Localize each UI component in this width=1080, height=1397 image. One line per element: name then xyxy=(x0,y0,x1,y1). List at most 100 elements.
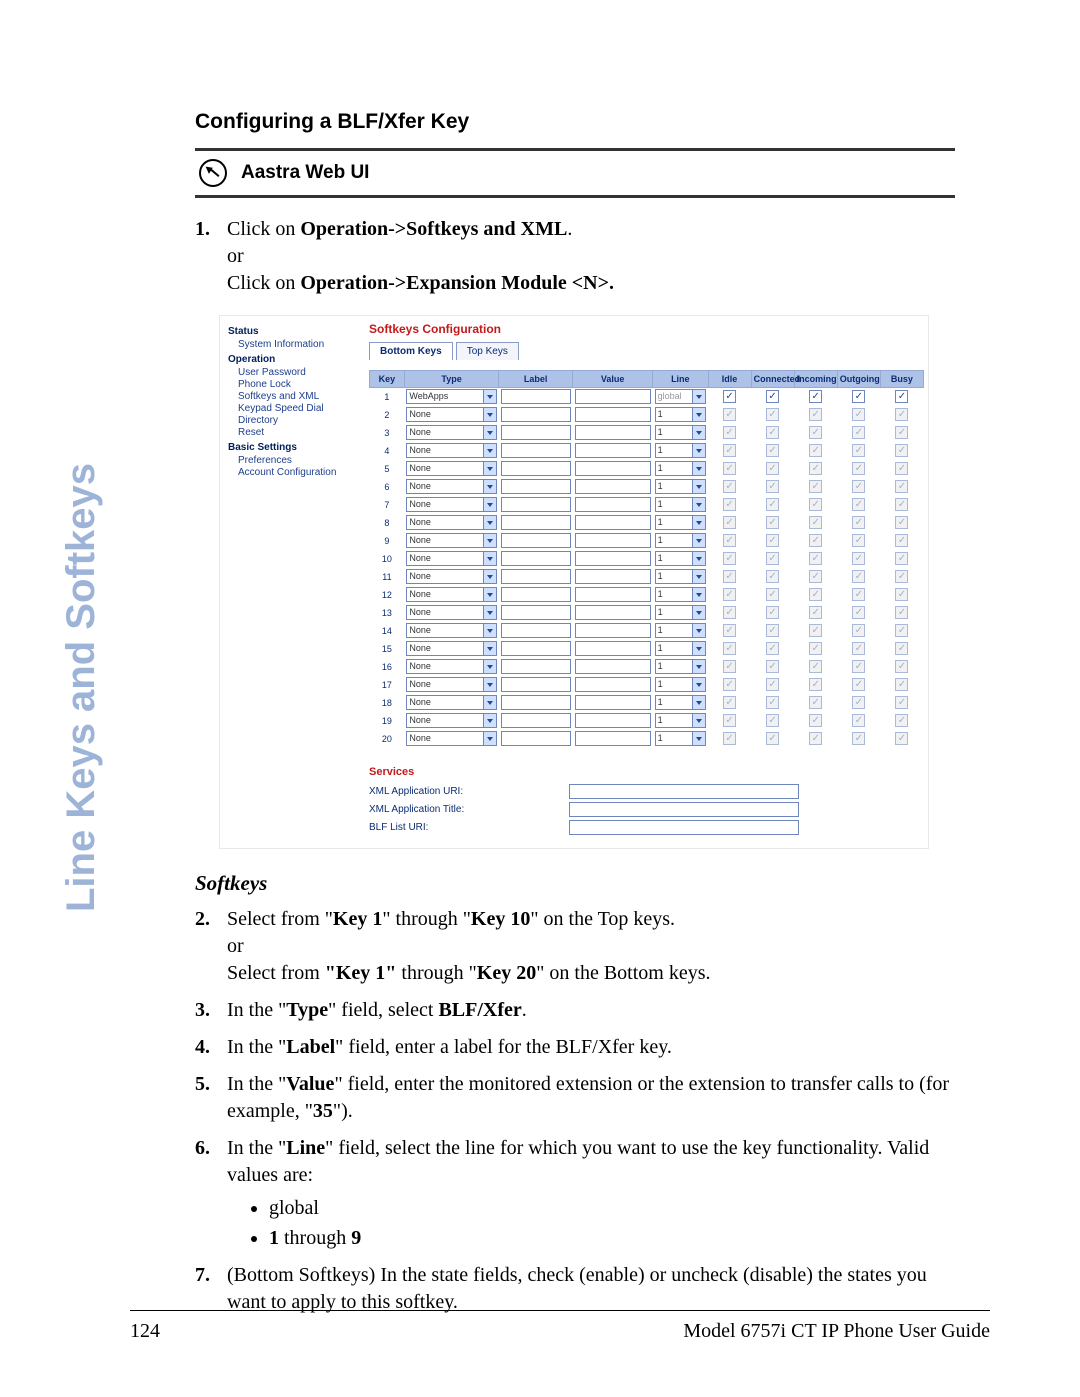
label-input[interactable] xyxy=(501,533,571,548)
state-checkbox[interactable]: ✓ xyxy=(895,642,908,655)
state-checkbox[interactable]: ✓ xyxy=(852,588,865,601)
nav-item-pref[interactable]: Preferences xyxy=(238,455,361,466)
state-checkbox[interactable]: ✓ xyxy=(766,714,779,727)
value-input[interactable] xyxy=(575,443,651,458)
state-checkbox[interactable]: ✓ xyxy=(895,624,908,637)
label-input[interactable] xyxy=(501,641,571,656)
state-checkbox[interactable]: ✓ xyxy=(852,462,865,475)
type-select[interactable]: None xyxy=(406,533,496,548)
state-checkbox[interactable]: ✓ xyxy=(809,534,822,547)
line-select[interactable]: global xyxy=(655,389,706,404)
label-input[interactable] xyxy=(501,677,571,692)
value-input[interactable] xyxy=(575,389,651,404)
label-input[interactable] xyxy=(501,443,571,458)
state-checkbox[interactable]: ✓ xyxy=(723,660,736,673)
state-checkbox[interactable]: ✓ xyxy=(723,678,736,691)
state-checkbox[interactable]: ✓ xyxy=(766,390,779,403)
type-select[interactable]: None xyxy=(406,551,496,566)
state-checkbox[interactable]: ✓ xyxy=(809,570,822,583)
line-select[interactable]: 1 xyxy=(655,641,706,656)
type-select[interactable]: None xyxy=(406,677,496,692)
type-select[interactable]: None xyxy=(406,641,496,656)
state-checkbox[interactable]: ✓ xyxy=(895,408,908,421)
value-input[interactable] xyxy=(575,461,651,476)
state-checkbox[interactable]: ✓ xyxy=(766,624,779,637)
state-checkbox[interactable]: ✓ xyxy=(723,588,736,601)
state-checkbox[interactable]: ✓ xyxy=(852,534,865,547)
type-select[interactable]: None xyxy=(406,587,496,602)
state-checkbox[interactable]: ✓ xyxy=(852,624,865,637)
state-checkbox[interactable]: ✓ xyxy=(723,696,736,709)
state-checkbox[interactable]: ✓ xyxy=(766,642,779,655)
type-select[interactable]: None xyxy=(406,461,496,476)
line-select[interactable]: 1 xyxy=(655,479,706,494)
state-checkbox[interactable]: ✓ xyxy=(852,678,865,691)
line-select[interactable]: 1 xyxy=(655,731,706,746)
state-checkbox[interactable]: ✓ xyxy=(766,660,779,673)
type-select[interactable]: None xyxy=(406,713,496,728)
line-select[interactable]: 1 xyxy=(655,551,706,566)
label-input[interactable] xyxy=(501,497,571,512)
state-checkbox[interactable]: ✓ xyxy=(766,462,779,475)
state-checkbox[interactable]: ✓ xyxy=(809,390,822,403)
state-checkbox[interactable]: ✓ xyxy=(766,498,779,511)
state-checkbox[interactable]: ✓ xyxy=(809,606,822,619)
state-checkbox[interactable]: ✓ xyxy=(723,498,736,511)
nav-item-acct[interactable]: Account Configuration xyxy=(238,467,361,478)
state-checkbox[interactable]: ✓ xyxy=(723,408,736,421)
value-input[interactable] xyxy=(575,479,651,494)
state-checkbox[interactable]: ✓ xyxy=(809,552,822,565)
state-checkbox[interactable]: ✓ xyxy=(852,426,865,439)
state-checkbox[interactable]: ✓ xyxy=(895,516,908,529)
value-input[interactable] xyxy=(575,605,651,620)
state-checkbox[interactable]: ✓ xyxy=(895,588,908,601)
state-checkbox[interactable]: ✓ xyxy=(809,732,822,745)
state-checkbox[interactable]: ✓ xyxy=(852,714,865,727)
type-select[interactable]: None xyxy=(406,515,496,530)
state-checkbox[interactable]: ✓ xyxy=(895,534,908,547)
type-select[interactable]: None xyxy=(406,731,496,746)
nav-item-sysinfo[interactable]: System Information xyxy=(238,339,361,350)
state-checkbox[interactable]: ✓ xyxy=(895,678,908,691)
value-input[interactable] xyxy=(575,695,651,710)
line-select[interactable]: 1 xyxy=(655,497,706,512)
value-input[interactable] xyxy=(575,623,651,638)
type-select[interactable]: None xyxy=(406,497,496,512)
state-checkbox[interactable]: ✓ xyxy=(723,570,736,583)
state-checkbox[interactable]: ✓ xyxy=(895,714,908,727)
state-checkbox[interactable]: ✓ xyxy=(895,426,908,439)
state-checkbox[interactable]: ✓ xyxy=(723,390,736,403)
state-checkbox[interactable]: ✓ xyxy=(766,552,779,565)
state-checkbox[interactable]: ✓ xyxy=(766,516,779,529)
type-select[interactable]: None xyxy=(406,695,496,710)
label-input[interactable] xyxy=(501,569,571,584)
state-checkbox[interactable]: ✓ xyxy=(852,498,865,511)
state-checkbox[interactable]: ✓ xyxy=(766,696,779,709)
state-checkbox[interactable]: ✓ xyxy=(852,552,865,565)
value-input[interactable] xyxy=(575,713,651,728)
state-checkbox[interactable]: ✓ xyxy=(809,660,822,673)
state-checkbox[interactable]: ✓ xyxy=(723,516,736,529)
state-checkbox[interactable]: ✓ xyxy=(766,570,779,583)
value-input[interactable] xyxy=(575,425,651,440)
state-checkbox[interactable]: ✓ xyxy=(723,624,736,637)
state-checkbox[interactable]: ✓ xyxy=(852,696,865,709)
state-checkbox[interactable]: ✓ xyxy=(766,426,779,439)
line-select[interactable]: 1 xyxy=(655,515,706,530)
value-input[interactable] xyxy=(575,533,651,548)
label-input[interactable] xyxy=(501,479,571,494)
state-checkbox[interactable]: ✓ xyxy=(895,444,908,457)
state-checkbox[interactable]: ✓ xyxy=(809,696,822,709)
state-checkbox[interactable]: ✓ xyxy=(723,732,736,745)
state-checkbox[interactable]: ✓ xyxy=(852,606,865,619)
state-checkbox[interactable]: ✓ xyxy=(723,480,736,493)
label-input[interactable] xyxy=(501,515,571,530)
label-input[interactable] xyxy=(501,461,571,476)
state-checkbox[interactable]: ✓ xyxy=(723,606,736,619)
xml-title-input[interactable] xyxy=(569,802,799,817)
label-input[interactable] xyxy=(501,713,571,728)
line-select[interactable]: 1 xyxy=(655,605,706,620)
tab-top-keys[interactable]: Top Keys xyxy=(456,342,519,360)
label-input[interactable] xyxy=(501,425,571,440)
state-checkbox[interactable]: ✓ xyxy=(723,426,736,439)
